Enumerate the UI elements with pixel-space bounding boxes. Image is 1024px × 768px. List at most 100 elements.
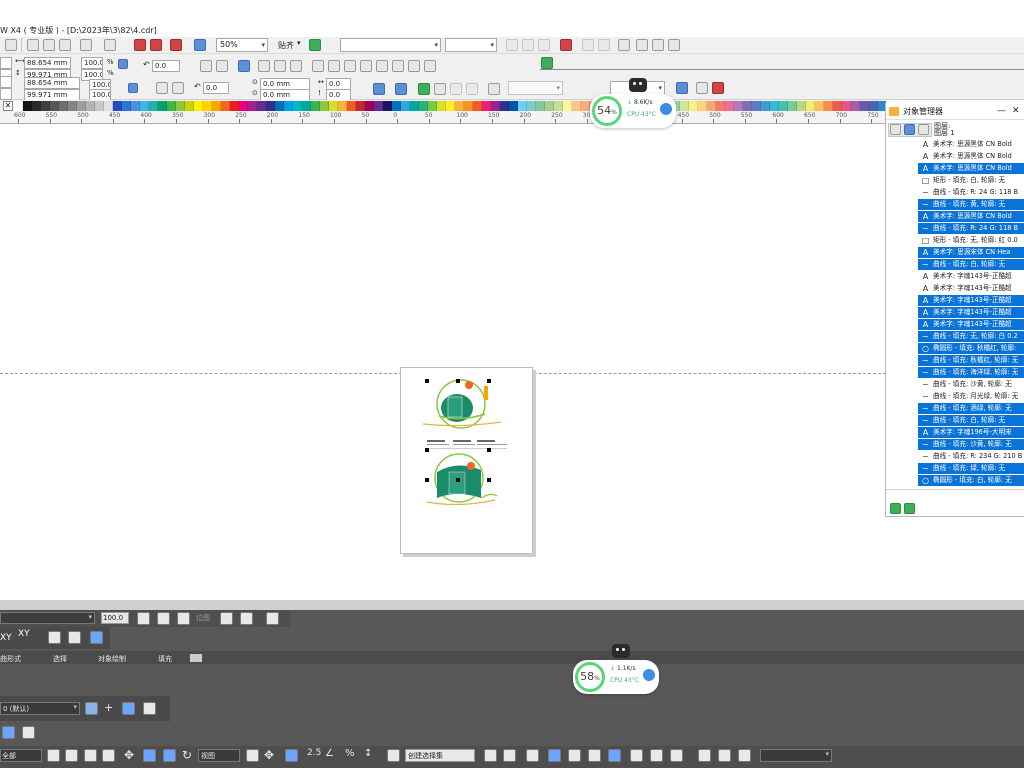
color-swatch[interactable] xyxy=(104,101,113,111)
layer-manager-view-icon[interactable] xyxy=(918,124,929,135)
object-list-item[interactable]: ~ 曲线 - 填充: 无, 轮廓: 白 0.2 xyxy=(918,331,1024,342)
align-tool-icon[interactable] xyxy=(503,749,516,762)
render-setup-icon[interactable] xyxy=(630,749,643,762)
color-swatch[interactable] xyxy=(815,101,824,111)
add-icon[interactable]: + xyxy=(104,701,113,714)
render-frame-icon[interactable] xyxy=(650,749,663,762)
color-swatch[interactable] xyxy=(68,101,77,111)
object-list-item[interactable]: A 美术字: 字魂196号-大明宋 xyxy=(918,427,1024,438)
settings-icon[interactable] xyxy=(488,83,500,95)
color-swatch[interactable] xyxy=(536,101,545,111)
color-swatch[interactable] xyxy=(779,101,788,111)
tab-fill[interactable]: 填充 xyxy=(158,654,172,664)
color-swatch[interactable] xyxy=(59,101,68,111)
color-swatch[interactable] xyxy=(572,101,581,111)
minimize-icon[interactable]: — xyxy=(997,103,1006,120)
named-selection-combo[interactable]: 创建选择集 xyxy=(405,749,475,762)
color-swatch[interactable] xyxy=(185,101,194,111)
color-swatch[interactable] xyxy=(581,101,590,111)
color-swatch[interactable] xyxy=(266,101,275,111)
color-swatch[interactable] xyxy=(509,101,518,111)
trim-icon[interactable] xyxy=(360,60,372,72)
object-x-field-2[interactable] xyxy=(0,76,12,88)
object-list-item[interactable]: ~ 曲线 - 填充: R: 24 G: 118 B xyxy=(918,187,1024,198)
object-list-item[interactable]: A 美术字: 字魂143号-正酷超 xyxy=(918,307,1024,318)
object-width-field[interactable]: 88.654 mm xyxy=(24,57,71,69)
outline-icon[interactable] xyxy=(450,83,462,95)
object-list-item[interactable]: A 美术字: 思源黑体 CN Bold xyxy=(918,139,1024,150)
color-swatch[interactable] xyxy=(680,101,689,111)
object-list-item[interactable]: A 美术字: 思源黑体 CN Bold xyxy=(918,163,1024,174)
color-swatch[interactable] xyxy=(176,101,185,111)
xy-icon[interactable]: XY xyxy=(0,633,12,643)
selection-handle[interactable] xyxy=(487,448,491,452)
boost-icon[interactable] xyxy=(660,103,672,115)
no-color-swatch[interactable]: ✕ xyxy=(3,101,13,111)
select-list-icon[interactable] xyxy=(65,749,78,762)
tab-curve-form[interactable]: 曲形式 xyxy=(0,654,21,664)
wrap-text-icon[interactable] xyxy=(238,60,250,72)
color-swatch[interactable] xyxy=(338,101,347,111)
color-swatch[interactable] xyxy=(239,101,248,111)
color-swatch[interactable] xyxy=(860,101,869,111)
scale-x-field[interactable]: 100.0 xyxy=(81,57,103,69)
color-swatch[interactable] xyxy=(698,101,707,111)
paint-icon[interactable] xyxy=(2,726,15,739)
copy-icon[interactable] xyxy=(43,39,55,51)
color-swatch[interactable] xyxy=(824,101,833,111)
columns-icon[interactable] xyxy=(668,39,680,51)
angle-snap-icon[interactable]: ∠ xyxy=(325,748,334,759)
layer-default-combo[interactable]: 0 (默认) ▾ xyxy=(0,702,80,715)
relative-position-icon[interactable] xyxy=(373,83,385,95)
color-swatch[interactable] xyxy=(167,101,176,111)
object-list-item[interactable]: A 美术字: 思源黑体 CN Bold xyxy=(918,151,1024,162)
color-swatch[interactable] xyxy=(194,101,203,111)
color-swatch[interactable] xyxy=(734,101,743,111)
text-align-icon[interactable] xyxy=(560,39,572,51)
percent-snap-icon[interactable]: % xyxy=(345,748,355,759)
color-swatch[interactable] xyxy=(392,101,401,111)
color-swatch[interactable] xyxy=(743,101,752,111)
color-swatch[interactable] xyxy=(689,101,698,111)
color-swatch[interactable] xyxy=(833,101,842,111)
cut-icon[interactable] xyxy=(27,39,39,51)
mirror-horizontal-icon[interactable] xyxy=(156,82,168,94)
color-swatch[interactable] xyxy=(41,101,50,111)
object-list-item[interactable]: A 美术字: 字魂143号-正酷超 xyxy=(918,271,1024,282)
object-list-item[interactable]: ~ 曲线 - 填充: R: 24 G: 118 B xyxy=(918,223,1024,234)
outline-style-combo[interactable]: ▾ xyxy=(508,81,563,95)
color-swatch[interactable] xyxy=(203,101,212,111)
color-swatch[interactable] xyxy=(122,101,131,111)
zoom-combo[interactable]: 50% ▾ xyxy=(216,38,268,52)
tab-object-draw[interactable]: 对象绘制 xyxy=(98,654,126,664)
group-icon[interactable] xyxy=(258,60,270,72)
selection-handle[interactable] xyxy=(456,379,460,383)
render-icon[interactable] xyxy=(670,749,683,762)
tab-select[interactable]: 选择 xyxy=(53,654,67,664)
object-list-item[interactable]: ~ 曲线 - 填充: 白, 轮廓: 无 xyxy=(918,415,1024,426)
color-swatch[interactable] xyxy=(131,101,140,111)
view-combo[interactable]: 视图 xyxy=(198,749,240,762)
bullet-list-icon[interactable] xyxy=(582,39,594,51)
color-swatch[interactable] xyxy=(320,101,329,111)
color-swatch[interactable] xyxy=(248,101,257,111)
schematic-view-icon[interactable] xyxy=(588,749,601,762)
back-minus-front-icon[interactable] xyxy=(424,60,436,72)
color-swatch[interactable] xyxy=(374,101,383,111)
rotation-angle-field-2[interactable]: 0.0 xyxy=(203,82,229,94)
network-meter-bottom[interactable]: 58% ↓ 1.1K/s CPU 43°C xyxy=(573,660,659,694)
undo-icon[interactable] xyxy=(80,39,92,51)
color-swatch[interactable] xyxy=(554,101,563,111)
object-list-item[interactable]: ○ 椭圆形 - 填充: 白, 轮廓: 无 xyxy=(918,475,1024,486)
mirror-horizontal-icon[interactable] xyxy=(200,60,212,72)
object-list-item[interactable]: ~ 曲线 - 填充: 沙黄, 轮廓: 无 xyxy=(918,379,1024,390)
object-list-item[interactable]: ~ 曲线 - 填充: 白, 轮廓: 无 xyxy=(918,259,1024,270)
object-list-item[interactable]: A 美术字: 思源宋体 CN Hea xyxy=(918,247,1024,258)
spacing-icon[interactable] xyxy=(177,612,190,625)
color-swatch[interactable] xyxy=(302,101,311,111)
color-swatch[interactable] xyxy=(752,101,761,111)
color-swatch[interactable] xyxy=(383,101,392,111)
color-swatch[interactable] xyxy=(842,101,851,111)
object-list-item[interactable]: A 美术字: 字魂143号-正酷超 xyxy=(918,295,1024,306)
color-swatch[interactable] xyxy=(32,101,41,111)
